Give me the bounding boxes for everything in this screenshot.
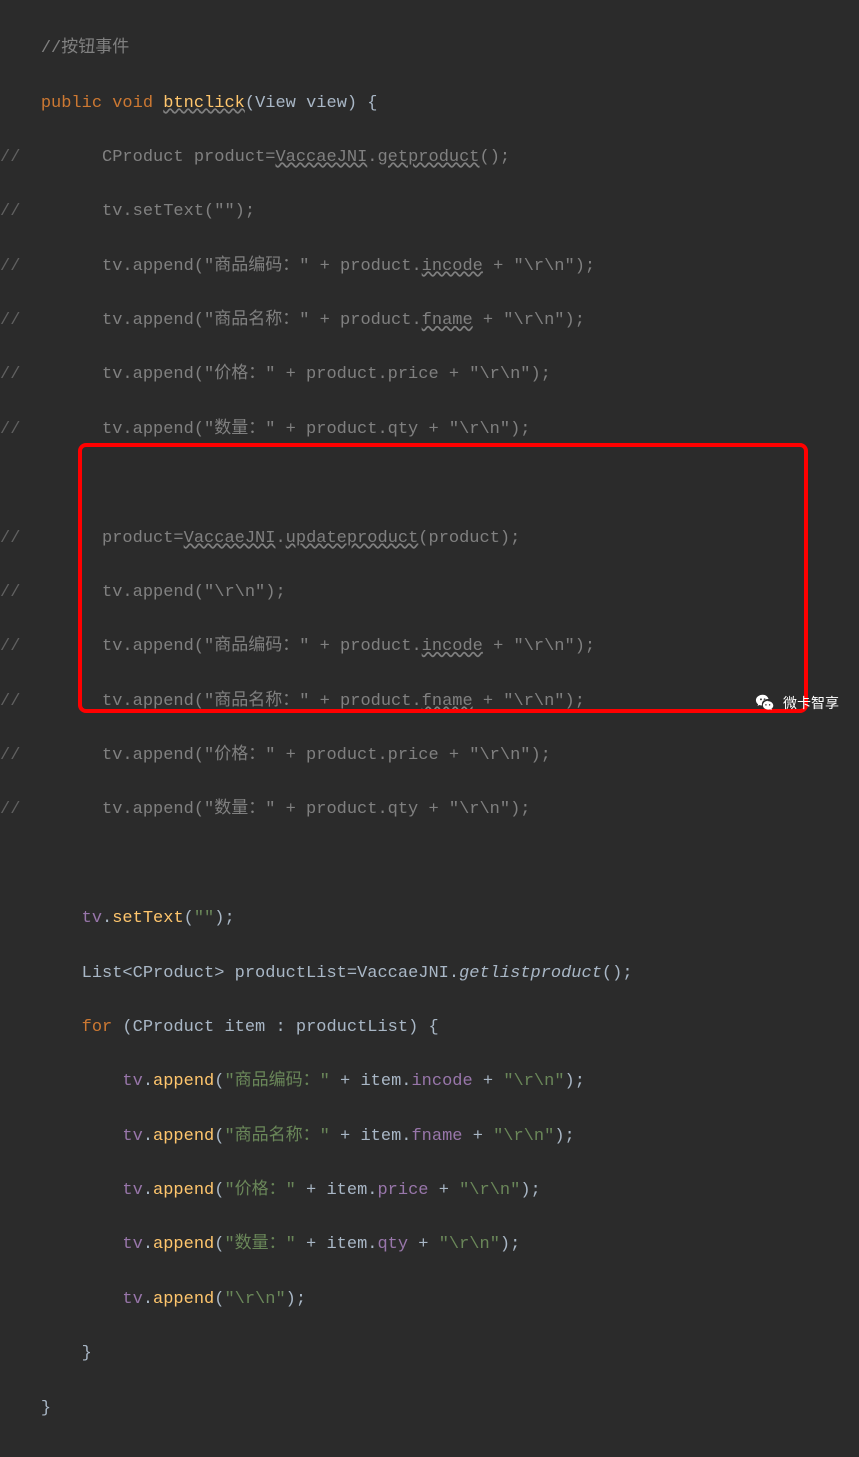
code-line: List<CProduct> productList=VaccaeJNI.get… (0, 960, 859, 987)
watermark: 微卡智享 (755, 692, 839, 714)
code-line: // tv.append("\r\n"); (0, 579, 859, 606)
code-line: // tv.append("商品编码：" + product.incode + … (0, 633, 859, 660)
code-line: tv.append("商品名称：" + item.fname + "\r\n")… (0, 1123, 859, 1150)
code-line: // tv.append("价格：" + product.price + "\r… (0, 742, 859, 769)
code-line: // tv.append("数量：" + product.qty + "\r\n… (0, 796, 859, 823)
code-line: // tv.append("价格：" + product.price + "\r… (0, 361, 859, 388)
code-line: // product=VaccaeJNI.updateproduct(produ… (0, 525, 859, 552)
code-line: // tv.append("数量：" + product.qty + "\r\n… (0, 416, 859, 443)
code-line: } (0, 1340, 859, 1367)
code-line: // CProduct product=VaccaeJNI.getproduct… (0, 144, 859, 171)
code-line: tv.append("商品编码：" + item.incode + "\r\n"… (0, 1068, 859, 1095)
code-line: for (CProduct item : productList) { (0, 1014, 859, 1041)
code-line: } (0, 1395, 859, 1422)
code-line: tv.append("数量：" + item.qty + "\r\n"); (0, 1231, 859, 1258)
code-line: tv.append("价格：" + item.price + "\r\n"); (0, 1177, 859, 1204)
code-line (0, 851, 859, 878)
code-line: //按钮事件 (0, 35, 859, 62)
code-line: public void btnclick(View view) { (0, 90, 859, 117)
code-editor[interactable]: //按钮事件 public void btnclick(View view) {… (0, 0, 859, 1457)
wechat-icon (755, 692, 777, 714)
watermark-text: 微卡智享 (783, 692, 839, 714)
code-line (0, 470, 859, 497)
code-line: // tv.setText(""); (0, 198, 859, 225)
code-line: // tv.append("商品名称：" + product.fname + "… (0, 307, 859, 334)
code-line: tv.setText(""); (0, 905, 859, 932)
comment: //按钮事件 (41, 39, 129, 58)
code-line: // tv.append("商品名称：" + product.fname + "… (0, 688, 859, 715)
code-line: tv.append("\r\n"); (0, 1286, 859, 1313)
code-line: // tv.append("商品编码：" + product.incode + … (0, 253, 859, 280)
